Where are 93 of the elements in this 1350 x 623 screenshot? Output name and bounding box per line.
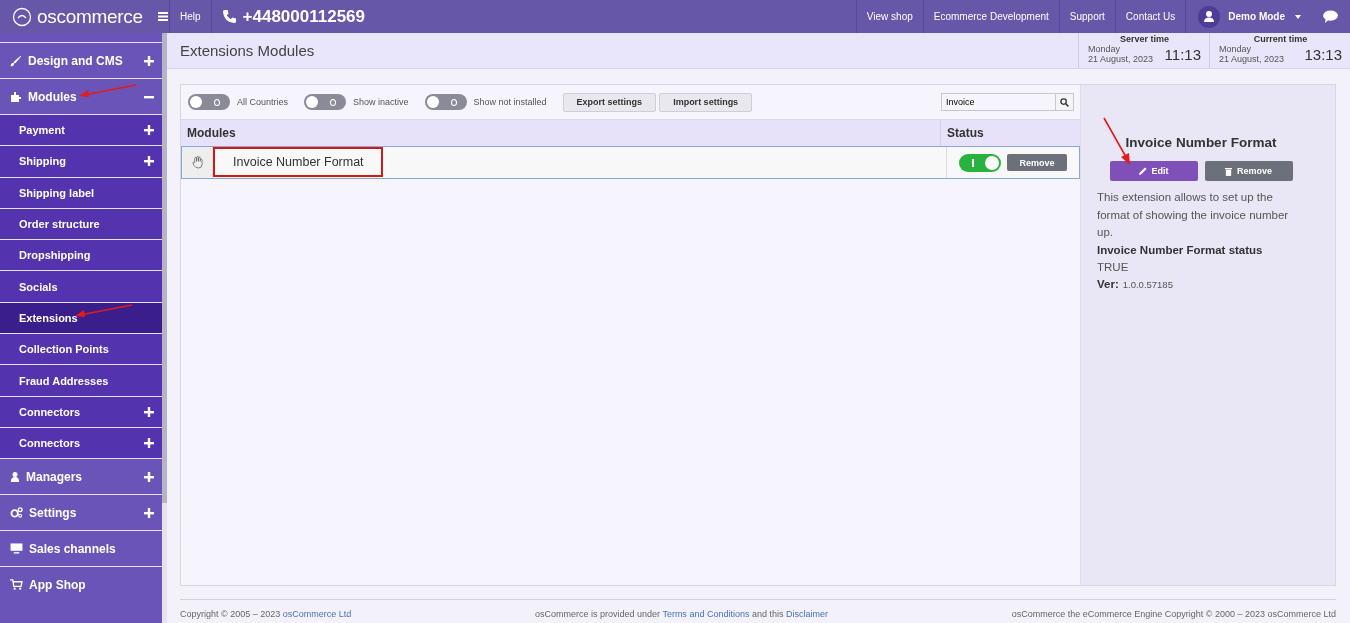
sidebar-item[interactable]: Collection Points xyxy=(0,333,162,365)
clock-time: 13:13 xyxy=(1304,45,1342,63)
date-text: 21 August, 2023 xyxy=(1219,54,1285,64)
user-menu[interactable]: Demo Mode xyxy=(1228,11,1285,22)
monitor-icon xyxy=(10,543,23,555)
sidebar-item[interactable]: Socials xyxy=(0,270,162,302)
plus-icon[interactable] xyxy=(144,55,154,66)
plus-icon[interactable] xyxy=(144,156,154,167)
cloud-logo-icon xyxy=(12,6,32,27)
sidebar-label: Design and CMS xyxy=(28,53,124,68)
module-name: Invoice Number Format xyxy=(213,147,383,177)
engine-copyright-text: osCommerce the eCommerce Engine Copyright © 2000 – 2023 osCommerce Ltd xyxy=(1011,609,1336,619)
toggle-switch[interactable] xyxy=(188,94,230,110)
plus-icon[interactable] xyxy=(144,125,154,136)
gears-icon xyxy=(10,507,23,519)
sidebar-label: Extensions xyxy=(19,311,79,324)
sidebar-item[interactable]: Shipping xyxy=(0,145,162,177)
scrollbar[interactable] xyxy=(162,33,167,623)
sidebar-item[interactable]: Payment xyxy=(0,114,162,146)
sidebar-item[interactable]: Connectors xyxy=(0,426,162,459)
user-icon xyxy=(10,470,20,483)
weekday-text: Monday xyxy=(1219,44,1253,54)
edit-button[interactable]: Edit xyxy=(1109,161,1198,181)
version-label: Ver: xyxy=(1097,276,1119,292)
sidebar-label: Payment xyxy=(19,124,66,137)
toggle-switch[interactable] xyxy=(304,94,347,110)
sidebar-item[interactable]: Dropshipping xyxy=(0,239,162,271)
module-row[interactable]: Invoice Number Format Remove xyxy=(181,146,1080,179)
chat-icon[interactable] xyxy=(1323,10,1338,23)
sidebar-label: Fraud Addresses xyxy=(19,374,110,387)
filter-label: Show not installed xyxy=(473,97,547,107)
sidebar-label: Order structure xyxy=(19,218,101,231)
disclaimer-link[interactable]: Disclaimer xyxy=(785,609,828,619)
plus-icon[interactable] xyxy=(144,471,154,482)
clock-time: 11:13 xyxy=(1164,45,1201,63)
copyright-text: Copyright © 2005 – 2023 osCommerce Ltd xyxy=(180,609,352,619)
menu-icon[interactable] xyxy=(157,12,168,21)
license-text: osCommerce is provided under Terms and Conditions and this Disclaimer xyxy=(534,609,828,619)
time-label: Current time xyxy=(1252,34,1309,44)
toggle-switch[interactable] xyxy=(424,94,467,110)
status-value: TRUE xyxy=(1097,259,1130,275)
pencil-icon xyxy=(1138,167,1147,175)
sidebar-label: Managers xyxy=(26,469,84,484)
search-icon xyxy=(1060,97,1069,107)
sidebar-label: Socials xyxy=(19,280,59,293)
plus-icon[interactable] xyxy=(144,438,154,449)
status-label: Invoice Number Format status xyxy=(1097,242,1264,258)
search-button[interactable] xyxy=(1056,93,1074,111)
sidebar-label: Connectors xyxy=(19,405,82,418)
page-title: Extensions Modules xyxy=(179,42,316,59)
sidebar-label: Collection Points xyxy=(19,343,110,356)
brush-icon xyxy=(10,54,22,67)
phone-number: +448000112569 xyxy=(242,6,366,27)
settings-button[interactable]: Export settings xyxy=(562,92,657,112)
puzzle-icon xyxy=(10,90,22,103)
status-toggle[interactable] xyxy=(959,153,1001,172)
cart-icon xyxy=(10,579,23,591)
sidebar-label: Shipping xyxy=(19,155,68,168)
remove-button[interactable]: Remove xyxy=(1204,161,1293,181)
logo-text: oscommerce xyxy=(37,5,143,28)
hand-icon[interactable] xyxy=(191,156,203,169)
sidebar-label: Dropshipping xyxy=(19,249,92,262)
settings-button[interactable]: Import settings xyxy=(659,92,753,112)
filter-label: Show inactive xyxy=(353,97,409,107)
weekday-text: Monday xyxy=(1088,44,1122,54)
sidebar-label: Sales channels xyxy=(29,541,117,556)
company-link[interactable]: osCommerce Ltd xyxy=(282,609,352,619)
search-field[interactable]: Invoice xyxy=(941,93,1056,111)
sidebar-item[interactable]: Connectors xyxy=(0,395,162,427)
sidebar-label: Settings xyxy=(29,505,78,520)
trash-icon xyxy=(1225,166,1232,176)
version-number: 1.0.0.57185 xyxy=(1122,278,1173,290)
sidebar-item[interactable]: Extensions xyxy=(0,301,162,334)
sidebar-label: Modules xyxy=(28,89,78,104)
column-header: Modules xyxy=(186,125,237,142)
sidebar-item[interactable]: Order structure xyxy=(0,207,162,240)
sidebar-label: Connectors xyxy=(19,437,82,450)
description-text: This extension allows to set up the format of showing the invoice number up. xyxy=(1097,190,1290,240)
remove-button[interactable]: Remove xyxy=(1007,154,1067,171)
time-label: Server time xyxy=(1120,34,1170,44)
caret-icon[interactable] xyxy=(1295,14,1301,19)
sidebar-label: App Shop xyxy=(29,577,87,592)
sidebar-item[interactable]: Shipping label xyxy=(0,176,162,208)
plus-icon[interactable] xyxy=(144,507,154,518)
user-avatar-icon xyxy=(1198,5,1221,28)
sidebar-item[interactable]: Fraud Addresses xyxy=(0,364,162,396)
date-text: 21 August, 2023 xyxy=(1088,54,1154,64)
phone-icon xyxy=(221,9,237,24)
filter-label: All Countries xyxy=(237,97,289,107)
terms-link[interactable]: Terms and Conditions xyxy=(662,609,750,619)
sidebar-label: Shipping label xyxy=(19,186,96,199)
details-title: Invoice Number Format xyxy=(1124,135,1278,150)
plus-icon[interactable] xyxy=(144,406,154,417)
